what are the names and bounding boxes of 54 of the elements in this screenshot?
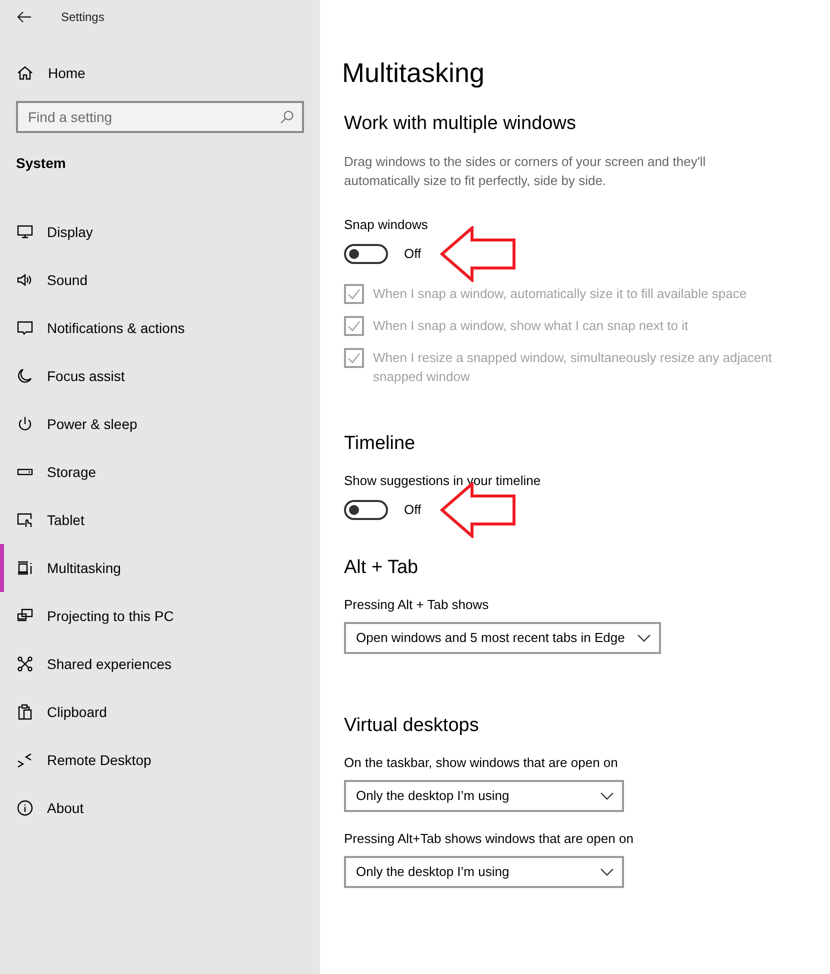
- page-title: Multitasking: [342, 57, 486, 90]
- toggle-switch[interactable]: [344, 500, 388, 520]
- info-icon: [17, 800, 33, 816]
- dropdown-label: Pressing Alt+Tab shows windows that are open on: [344, 830, 634, 848]
- nav-item[interactable]: Sound: [0, 256, 320, 304]
- moon-icon: [17, 368, 33, 384]
- home-link[interactable]: Home: [0, 56, 320, 90]
- dropdown-label: On the taskbar, show windows that are open on: [344, 754, 619, 772]
- checkbox-label: When I snap a window, automatically size it to fill available space: [373, 285, 747, 303]
- dropdown[interactable]: Only the desktop I’m using: [344, 780, 624, 812]
- section-heading: Alt + Tab: [344, 556, 420, 580]
- nav-item[interactable]: Clipboard: [0, 688, 320, 736]
- nav-item[interactable]: Notifications & actions: [0, 304, 320, 352]
- dropdown[interactable]: Open windows and 5 most recent tabs in Edge: [344, 622, 661, 654]
- nav-item[interactable]: Remote Desktop: [0, 736, 320, 784]
- back-icon[interactable]: [16, 9, 32, 25]
- description: Drag windows to the sides or corners of your screen and they'll automatically size to fit perfectly, side by side.: [344, 153, 707, 190]
- toggle-label: Snap windows: [344, 216, 429, 234]
- speaker-icon: [17, 272, 33, 288]
- nav-item[interactable]: Shared experiences: [0, 640, 320, 688]
- nav-item[interactable]: Display: [0, 208, 320, 256]
- power-icon: [17, 416, 33, 432]
- toggle-state: Off: [404, 245, 422, 264]
- home-icon: [17, 65, 33, 81]
- dropdown[interactable]: Only the desktop I’m using: [344, 856, 624, 888]
- nav-item[interactable]: Power & sleep: [0, 400, 320, 448]
- clipboard-icon: [17, 704, 33, 720]
- search-field[interactable]: Find a setting: [16, 101, 304, 133]
- tablet-touch-icon: [17, 512, 33, 528]
- section-heading: Virtual desktops: [344, 714, 480, 738]
- chevron-down-icon: [600, 867, 614, 877]
- monitor-icon: [17, 224, 33, 240]
- network-icon: [17, 656, 33, 672]
- nav-item[interactable]: Storage: [0, 448, 320, 496]
- remote-icon: [17, 752, 33, 768]
- search-icon: [280, 110, 294, 124]
- projecting-icon: [17, 608, 33, 624]
- window-title: Settings: [61, 9, 104, 26]
- speech-bubble-icon: [17, 320, 33, 336]
- nav-item[interactable]: Projecting to this PC: [0, 592, 320, 640]
- checkbox-label: When I snap a window, show what I can snap next to it: [373, 317, 688, 335]
- chevron-down-icon: [636, 633, 651, 643]
- checkbox-label: When I resize a snapped window, simultaneously resize any adjacent snapped window: [373, 349, 773, 386]
- section-heading: Timeline: [344, 432, 416, 456]
- chevron-down-icon: [600, 791, 614, 801]
- multitasking-icon: [17, 560, 33, 576]
- section-heading: Work with multiple windows: [344, 112, 577, 136]
- toggle-switch[interactable]: [344, 244, 388, 264]
- section-heading: System: [15, 154, 67, 173]
- nav-item[interactable]: Focus assist: [0, 352, 320, 400]
- nav-item[interactable]: Tablet: [0, 496, 320, 544]
- dropdown-label: Pressing Alt + Tab shows: [344, 596, 490, 614]
- toggle-state: Off: [404, 501, 422, 520]
- nav-item[interactable]: About: [0, 784, 320, 832]
